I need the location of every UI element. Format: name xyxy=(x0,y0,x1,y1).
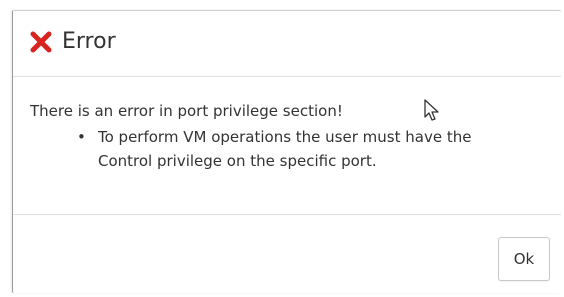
error-detail-line-1: To perform VM operations the user must h… xyxy=(98,128,472,146)
dialog-header: Error xyxy=(13,11,561,77)
error-message: There is an error in port privilege sect… xyxy=(30,102,343,120)
dialog-body: There is an error in port privilege sect… xyxy=(13,77,561,215)
error-detail-line-2: Control privilege on the specific port. xyxy=(98,152,377,170)
ok-button[interactable]: Ok xyxy=(498,237,550,281)
error-detail-list: • To perform VM operations the user must… xyxy=(73,125,553,173)
dialog-title: Error xyxy=(62,29,116,54)
dialog-footer: Ok xyxy=(13,215,561,293)
error-detail-item: • To perform VM operations the user must… xyxy=(73,125,553,173)
mouse-cursor-icon xyxy=(423,98,441,122)
screen: Error There is an error in port privileg… xyxy=(0,0,564,297)
bullet-icon: • xyxy=(77,128,86,146)
error-x-icon xyxy=(30,31,52,53)
error-dialog: Error There is an error in port privileg… xyxy=(12,10,561,293)
